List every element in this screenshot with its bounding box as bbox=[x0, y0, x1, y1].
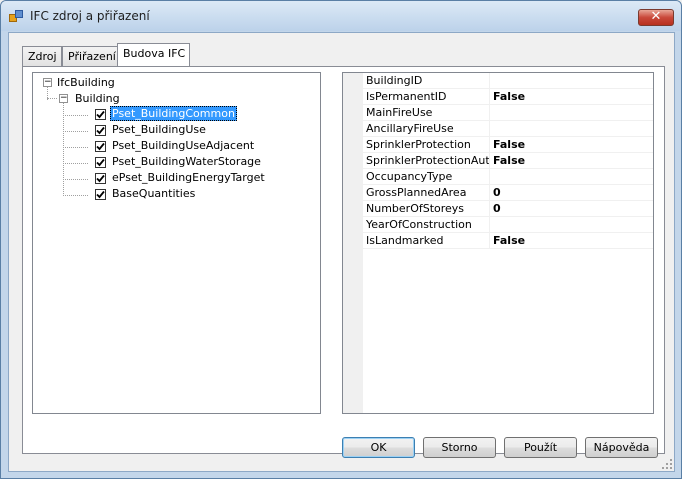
tree-line bbox=[63, 131, 88, 132]
property-row[interactable]: IsPermanentID False bbox=[343, 89, 653, 105]
property-name: SprinklerProtection bbox=[366, 138, 471, 151]
help-button[interactable]: Nápověda bbox=[585, 437, 658, 458]
ok-button[interactable]: OK bbox=[342, 437, 415, 458]
check-icon bbox=[96, 126, 105, 135]
title-bar[interactable]: IFC zdroj a přiřazení ✕ bbox=[1, 1, 681, 31]
property-name: IsPermanentID bbox=[366, 90, 447, 103]
property-name: OccupancyType bbox=[366, 170, 453, 183]
tab-budova-ifc[interactable]: Budova IFC bbox=[117, 43, 190, 66]
property-row[interactable]: BuildingID bbox=[343, 73, 653, 89]
tree-item[interactable]: Pset_BuildingUseAdjacent bbox=[112, 139, 254, 152]
property-value[interactable]: False bbox=[493, 234, 525, 247]
tab-label: Zdroj bbox=[28, 50, 57, 63]
tree-line bbox=[63, 115, 88, 116]
grid-margin bbox=[343, 249, 363, 413]
property-row[interactable]: SprinklerProtectionAutomatic False bbox=[343, 153, 653, 169]
property-name: IsLandmarked bbox=[366, 234, 444, 247]
tree-line bbox=[47, 98, 57, 99]
property-value[interactable]: 0 bbox=[493, 186, 501, 199]
check-icon bbox=[96, 174, 105, 183]
property-value[interactable]: False bbox=[493, 90, 525, 103]
check-icon bbox=[96, 110, 105, 119]
tab-prirazeni[interactable]: Přiřazení bbox=[62, 46, 118, 66]
tree-node-ifcbuilding[interactable]: IfcBuilding bbox=[57, 76, 115, 89]
property-value[interactable]: False bbox=[493, 154, 525, 167]
property-grid[interactable]: BuildingID IsPermanentID False MainFireUs… bbox=[342, 72, 654, 414]
property-value[interactable]: 0 bbox=[493, 202, 501, 215]
property-row[interactable]: OccupancyType bbox=[343, 169, 653, 185]
property-name: SprinklerProtectionAutomatic bbox=[366, 154, 489, 167]
checkbox[interactable] bbox=[95, 157, 106, 168]
tab-zdroj[interactable]: Zdroj bbox=[22, 46, 62, 66]
property-name: BuildingID bbox=[366, 74, 423, 87]
tab-label: Přiřazení bbox=[68, 50, 116, 63]
property-row[interactable]: IsLandmarked False bbox=[343, 233, 653, 249]
window-title: IFC zdroj a přiřazení bbox=[30, 9, 150, 23]
checkbox[interactable] bbox=[95, 173, 106, 184]
tree-view[interactable]: − IfcBuilding − Building Pset_BuildingCo… bbox=[32, 72, 321, 414]
tree-line bbox=[63, 102, 64, 196]
tree-item-label: Pset_BuildingCommon bbox=[110, 106, 237, 121]
tree-line bbox=[63, 163, 88, 164]
collapse-icon[interactable]: − bbox=[43, 78, 52, 87]
collapse-icon[interactable]: − bbox=[59, 94, 68, 103]
tab-panel-budova-ifc: − IfcBuilding − Building Pset_BuildingCo… bbox=[22, 66, 665, 454]
close-icon: ✕ bbox=[650, 9, 662, 24]
cancel-button[interactable]: Storno bbox=[423, 437, 496, 458]
tree-node-building[interactable]: Building bbox=[75, 92, 120, 105]
property-name: AncillaryFireUse bbox=[366, 122, 454, 135]
property-row[interactable]: GrossPlannedArea 0 bbox=[343, 185, 653, 201]
tree-item[interactable]: Pset_BuildingCommon bbox=[110, 106, 237, 121]
checkbox[interactable] bbox=[95, 141, 106, 152]
tree-line bbox=[63, 195, 88, 196]
tab-label: Budova IFC bbox=[123, 47, 186, 60]
property-row[interactable]: AncillaryFireUse bbox=[343, 121, 653, 137]
resize-grip-icon[interactable] bbox=[662, 459, 672, 469]
property-name: GrossPlannedArea bbox=[366, 186, 467, 199]
dialog-window: IFC zdroj a přiřazení ✕ Zdroj Přiřazení … bbox=[0, 0, 682, 479]
property-row[interactable]: SprinklerProtection False bbox=[343, 137, 653, 153]
tree-line bbox=[63, 179, 88, 180]
tree-item[interactable]: Pset_BuildingUse bbox=[112, 123, 206, 136]
tree-item[interactable]: BaseQuantities bbox=[112, 187, 195, 200]
tree-item[interactable]: Pset_BuildingWaterStorage bbox=[112, 155, 261, 168]
dialog-client: Zdroj Přiřazení Budova IFC − IfcBuilding… bbox=[8, 32, 675, 472]
property-name: YearOfConstruction bbox=[366, 218, 472, 231]
app-icon bbox=[9, 10, 23, 22]
checkbox[interactable] bbox=[95, 109, 106, 120]
checkbox[interactable] bbox=[95, 189, 106, 200]
check-icon bbox=[96, 190, 105, 199]
tree-item[interactable]: ePset_BuildingEnergyTarget bbox=[112, 171, 265, 184]
close-button[interactable]: ✕ bbox=[638, 9, 674, 26]
property-name: MainFireUse bbox=[366, 106, 433, 119]
property-row[interactable]: MainFireUse bbox=[343, 105, 653, 121]
check-icon bbox=[96, 158, 105, 167]
check-icon bbox=[96, 142, 105, 151]
property-name: NumberOfStoreys bbox=[366, 202, 465, 215]
property-row[interactable]: NumberOfStoreys 0 bbox=[343, 201, 653, 217]
tree-line bbox=[63, 147, 88, 148]
checkbox[interactable] bbox=[95, 125, 106, 136]
apply-button[interactable]: Použít bbox=[504, 437, 577, 458]
property-value[interactable]: False bbox=[493, 138, 525, 151]
property-row[interactable]: YearOfConstruction bbox=[343, 217, 653, 233]
